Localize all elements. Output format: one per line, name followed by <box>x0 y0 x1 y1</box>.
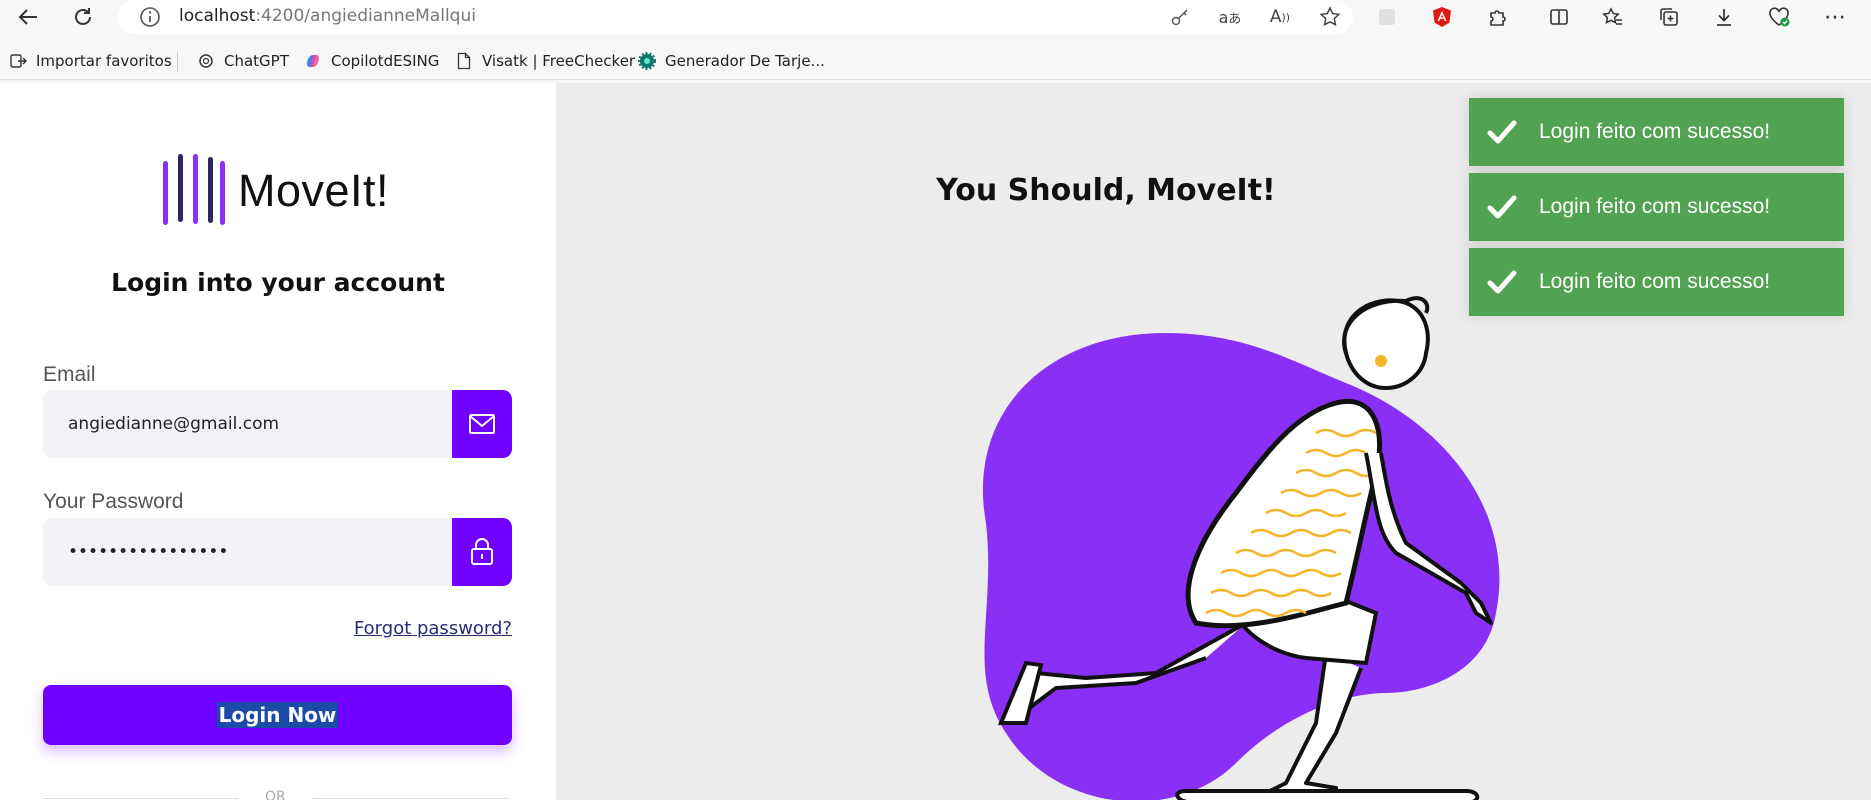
email-button[interactable] <box>452 390 512 458</box>
checkmark-icon <box>1487 270 1517 294</box>
chatgpt-icon <box>197 52 215 70</box>
refresh-icon[interactable] <box>68 2 98 32</box>
favorite-generador[interactable]: Generador De Tarje... <box>638 49 825 73</box>
login-button[interactable]: Login Now <box>43 685 512 745</box>
success-toast[interactable]: Login feito com sucesso! <box>1469 173 1844 241</box>
back-arrow-icon[interactable] <box>13 2 43 32</box>
favorite-label: Visatk | FreeChecker <box>482 52 636 70</box>
copilot-icon <box>304 52 322 70</box>
favorite-label: Generador De Tarje... <box>665 52 825 70</box>
url-path: :4200/angiedianneMallqui <box>255 6 476 26</box>
or-divider: OR <box>43 789 512 800</box>
checkmark-icon <box>1487 120 1517 144</box>
toast-message: Login feito com sucesso! <box>1539 195 1771 218</box>
favorites-divider <box>177 52 178 72</box>
or-line-left <box>43 798 238 799</box>
extension-blank-icon[interactable] <box>1372 2 1402 32</box>
toast-message: Login feito com sucesso! <box>1539 120 1771 143</box>
lock-icon <box>471 538 493 565</box>
success-toast[interactable]: Login feito com sucesso! <box>1469 248 1844 316</box>
skateboarder-illustration <box>982 296 1500 800</box>
angular-extension-icon[interactable] <box>1427 2 1457 32</box>
password-field-wrap <box>43 518 512 586</box>
favorites-bar: Importar favoritos ChatGPT CopilotdESING… <box>0 40 1871 80</box>
email-field-wrap <box>43 390 512 458</box>
email-input[interactable] <box>43 390 452 458</box>
login-title: Login into your account <box>111 268 445 297</box>
favorite-import[interactable]: Importar favoritos <box>9 49 172 73</box>
favorite-chatgpt[interactable]: ChatGPT <box>197 49 289 73</box>
toast-message: Login feito com sucesso! <box>1539 270 1771 293</box>
address-bar[interactable]: localhost:4200/angiedianneMallqui aあ A)) <box>118 0 1353 34</box>
import-icon <box>9 52 27 70</box>
read-aloud-icon[interactable]: A)) <box>1266 3 1294 31</box>
favorite-copilot[interactable]: CopilotdESING <box>304 49 439 73</box>
or-text: OR <box>265 789 286 800</box>
password-label: Your Password <box>43 490 184 513</box>
email-label: Email <box>43 363 96 386</box>
collections-icon[interactable] <box>1654 2 1684 32</box>
login-panel: MoveIt! Login into your account Email Yo… <box>0 83 556 800</box>
download-icon[interactable] <box>1709 2 1739 32</box>
browser-essentials-icon[interactable] <box>1764 2 1794 32</box>
url-host: localhost <box>179 6 256 26</box>
favorite-label: Importar favoritos <box>36 52 172 70</box>
translate-icon[interactable]: aあ <box>1216 3 1244 31</box>
puzzle-extensions-icon[interactable] <box>1483 2 1513 32</box>
forgot-password-link[interactable]: Forgot password? <box>354 618 512 639</box>
checkmark-icon <box>1487 195 1517 219</box>
more-options-icon[interactable]: ⋯ <box>1820 2 1850 32</box>
brand-bars-icon <box>163 154 225 225</box>
page-icon <box>455 52 473 70</box>
split-screen-icon[interactable] <box>1544 2 1574 32</box>
mail-icon <box>469 414 495 434</box>
or-line-right <box>313 798 508 799</box>
star-icon[interactable] <box>1316 3 1344 31</box>
favorite-label: ChatGPT <box>224 52 289 70</box>
favorite-label: CopilotdESING <box>331 52 440 70</box>
url-text[interactable]: localhost:4200/angiedianneMallqui <box>179 6 476 26</box>
brand-logo: MoveIt! <box>160 151 389 231</box>
favorites-star-icon[interactable] <box>1598 2 1628 32</box>
info-icon[interactable] <box>138 5 162 29</box>
success-toast[interactable]: Login feito com sucesso! <box>1469 98 1844 166</box>
key-icon[interactable] <box>1166 3 1194 31</box>
gear-site-icon <box>638 52 656 70</box>
favorite-visatk[interactable]: Visatk | FreeChecker <box>455 49 635 73</box>
login-button-label: Login Now <box>216 702 339 728</box>
password-button[interactable] <box>452 518 512 586</box>
password-input[interactable] <box>43 518 452 586</box>
brand-name: MoveIt! <box>238 165 390 216</box>
browser-toolbar: localhost:4200/angiedianneMallqui aあ A))… <box>0 0 1871 34</box>
